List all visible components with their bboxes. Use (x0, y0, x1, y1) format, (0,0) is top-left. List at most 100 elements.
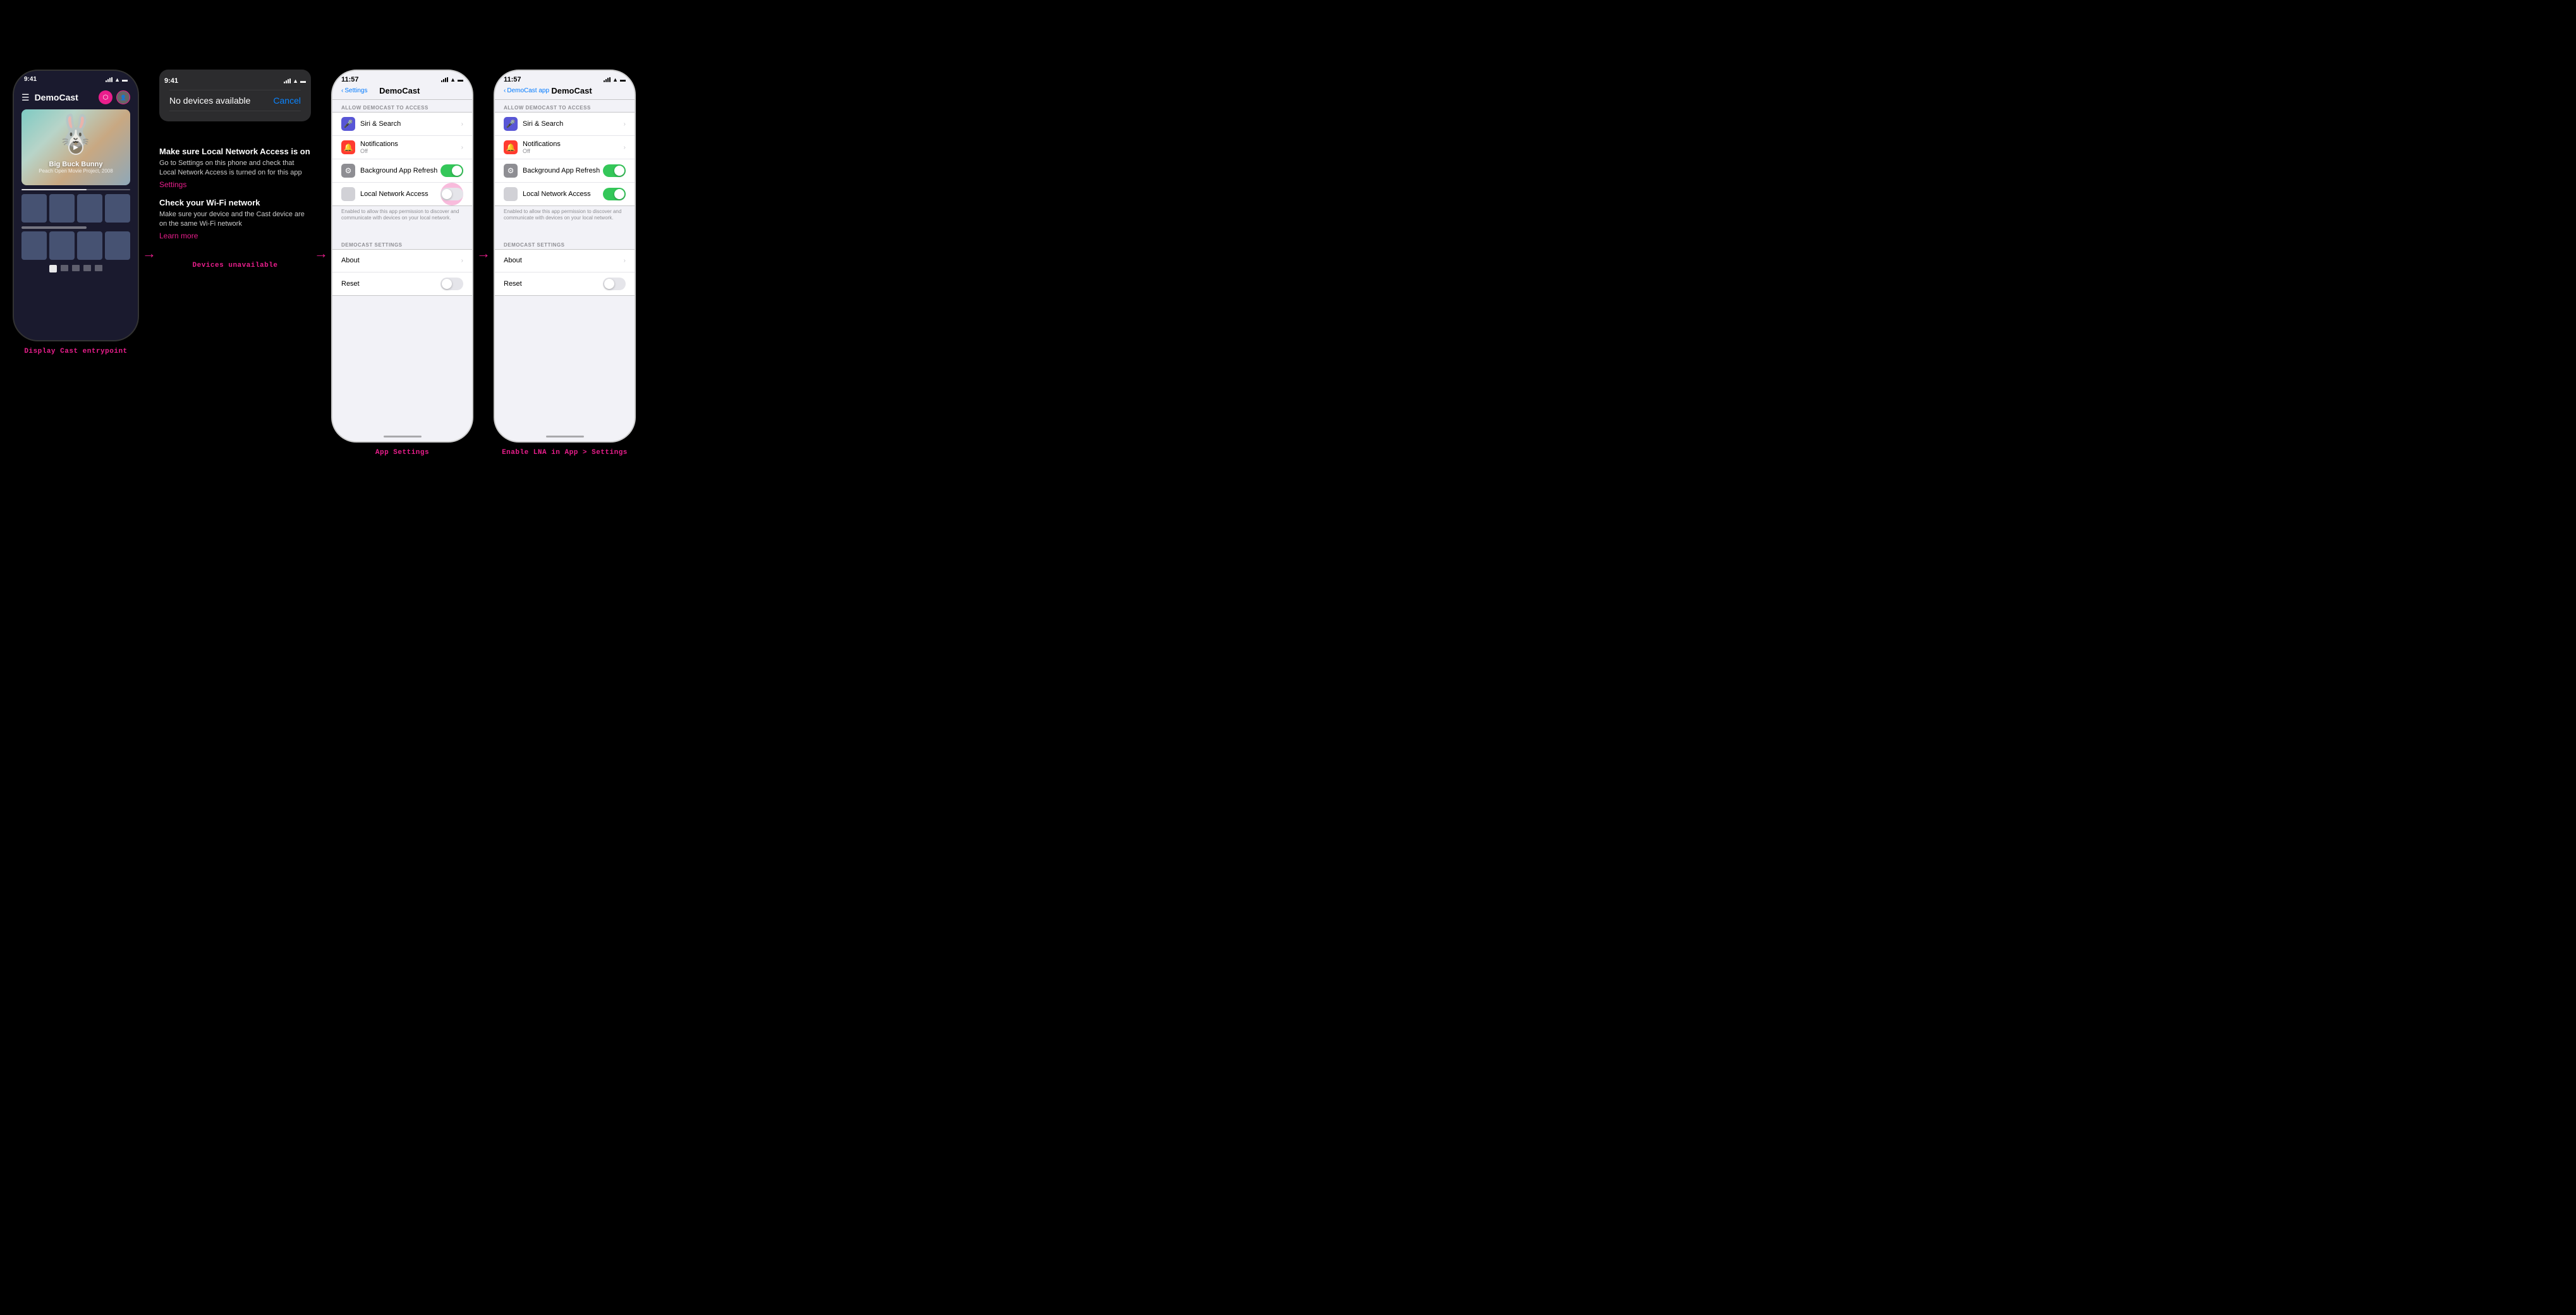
arrow-1: → (139, 245, 159, 262)
screen3-bg-refresh-row[interactable]: ⚙ Background App Refresh (332, 159, 472, 183)
media-card-8[interactable] (105, 231, 130, 260)
s4-bg-refresh-label: Background App Refresh (523, 167, 603, 174)
signal-bar-4 (111, 77, 112, 82)
no-devices-title: No devices available (169, 95, 250, 106)
screen3-siri-row[interactable]: 🎤 Siri & Search › (332, 113, 472, 136)
s4-about-label: About (504, 257, 624, 264)
screen3-about-row[interactable]: About › (332, 250, 472, 272)
notifications-sub: Off (360, 148, 461, 154)
s4-siri-right: › (624, 121, 626, 128)
cancel-button[interactable]: Cancel (273, 95, 301, 106)
play-button[interactable]: ▶ (68, 140, 83, 155)
s4-bg-refresh-right (603, 164, 626, 177)
app-title: DemoCast (35, 92, 78, 102)
screen3-lna-row[interactable]: Local Network Access (332, 183, 472, 205)
avatar-icon[interactable]: 👤 (116, 90, 130, 104)
instruction1-text: Go to Settings on this phone and check t… (159, 159, 311, 178)
dot-2 (61, 265, 68, 271)
screen4-home-indicator (546, 436, 584, 437)
screen4-caption: Enable LNA in App > Settings (502, 449, 628, 456)
lna-label: Local Network Access (360, 190, 440, 198)
battery-icon: ▬ (122, 76, 128, 83)
hamburger-icon[interactable]: ☰ (21, 92, 30, 103)
s4-reset-knob (604, 279, 614, 289)
main-container: 9:41 ▲ ▬ ☰ DemoCast (13, 70, 959, 456)
screen3-time: 11:57 (341, 76, 359, 83)
no-devices-title-row: No devices available Cancel (159, 90, 311, 111)
screen4-notifications-row[interactable]: 🔔 Notifications Off › (495, 136, 635, 159)
screen3-home-indicator (384, 436, 422, 437)
popup-status-right: ▲ ▬ (284, 78, 306, 84)
screen1-caption: Display Cast entrypoint (24, 348, 127, 355)
screen1-time: 9:41 (24, 76, 37, 83)
s3sb3 (445, 78, 446, 82)
s4-lna-content: Local Network Access (523, 190, 603, 198)
screen4-about-row[interactable]: About › (495, 250, 635, 272)
app-header: ☰ DemoCast ⬡ 👤 (21, 85, 130, 109)
screen4-section2-header: DemoCast Settings (495, 237, 635, 249)
media-card-3[interactable] (77, 194, 102, 223)
notifications-label: Notifications (360, 140, 461, 148)
s4-lna-toggle[interactable] (603, 188, 626, 200)
hero-title: Big Buck Bunny (21, 161, 130, 168)
screen4-settings-group1: 🎤 Siri & Search › 🔔 Notifications Off (495, 112, 635, 206)
screen1-col: 9:41 ▲ ▬ ☰ DemoCast (13, 70, 139, 355)
s4-bg-refresh-icon: ⚙ (504, 164, 518, 178)
s4-notifications-content: Notifications Off (523, 140, 624, 154)
reset-content: Reset (341, 280, 440, 288)
hero-title-overlay: Big Buck Bunny Peach Open Movie Project,… (21, 161, 130, 174)
screen3-back-button[interactable]: ‹ Settings (341, 87, 367, 94)
screen3-lna-note: Enabled to allow this app permission to … (332, 206, 472, 227)
arrow-3: → (473, 245, 494, 262)
hero-subtitle: Peach Open Movie Project, 2008 (21, 168, 130, 174)
arrow-2: → (311, 245, 331, 262)
no-devices-popup: 9:41 ▲ ▬ No devices available (159, 70, 311, 121)
screen3-notifications-row[interactable]: 🔔 Notifications Off › (332, 136, 472, 159)
psb4 (289, 78, 291, 83)
app-content: ☰ DemoCast ⬡ 👤 🐰 ▶ Big Buck Bunny Peach … (14, 85, 138, 272)
media-card-5[interactable] (21, 231, 47, 260)
settings-link[interactable]: Settings (159, 180, 311, 189)
media-card-6[interactable] (49, 231, 75, 260)
s4-bg-refresh-toggle[interactable] (603, 164, 626, 177)
screen3-col: 11:57 ▲ ▬ ‹ Settings (331, 70, 473, 456)
screen3-reset-row[interactable]: Reset (332, 272, 472, 295)
popup-wifi: ▲ (293, 78, 298, 84)
s4-notifications-sub: Off (523, 148, 624, 154)
media-card-4[interactable] (105, 194, 130, 223)
screen4-lna-row[interactable]: Local Network Access (495, 183, 635, 205)
signal-bars (106, 77, 112, 82)
psb2 (286, 80, 287, 83)
s3sb2 (443, 79, 444, 82)
screen4-reset-row[interactable]: Reset (495, 272, 635, 295)
bg-refresh-toggle[interactable] (440, 164, 463, 177)
screen3-caption: App Settings (375, 449, 429, 456)
card-row-1 (21, 194, 130, 223)
s4-reset-toggle[interactable] (603, 278, 626, 290)
screen2-col: 9:41 ▲ ▬ No devices available (159, 70, 311, 269)
lna-toggle[interactable] (440, 188, 463, 200)
media-card-7[interactable] (77, 231, 102, 260)
screen4-bg-refresh-row[interactable]: ⚙ Background App Refresh (495, 159, 635, 183)
screen4-nav: ‹ DemoCast app DemoCast (495, 85, 635, 100)
learn-more-link[interactable]: Learn more (159, 231, 311, 240)
media-card-2[interactable] (49, 194, 75, 223)
reset-toggle[interactable] (440, 278, 463, 290)
screen4-back-button[interactable]: ‹ DemoCast app (504, 87, 549, 94)
media-card-1[interactable] (21, 194, 47, 223)
about-label: About (341, 257, 461, 264)
s4-notifications-right: › (624, 144, 626, 151)
arrow-2-icon: → (314, 245, 328, 262)
s4-reset-content: Reset (504, 280, 603, 288)
siri-label: Siri & Search (360, 120, 461, 128)
screen4-settings-group2: About › Reset (495, 249, 635, 296)
about-chevron: › (461, 257, 463, 264)
s4-reset-right (603, 278, 626, 290)
signal-bar-3 (109, 78, 111, 82)
screen3-gap (332, 227, 472, 237)
lna-content: Local Network Access (360, 190, 440, 198)
lna-toggle-knob (442, 189, 452, 199)
screen4-siri-row[interactable]: 🎤 Siri & Search › (495, 113, 635, 136)
screen4-phone: 11:57 ▲ ▬ ‹ DemoCast app (494, 70, 636, 443)
cast-icon[interactable]: ⬡ (99, 90, 112, 104)
